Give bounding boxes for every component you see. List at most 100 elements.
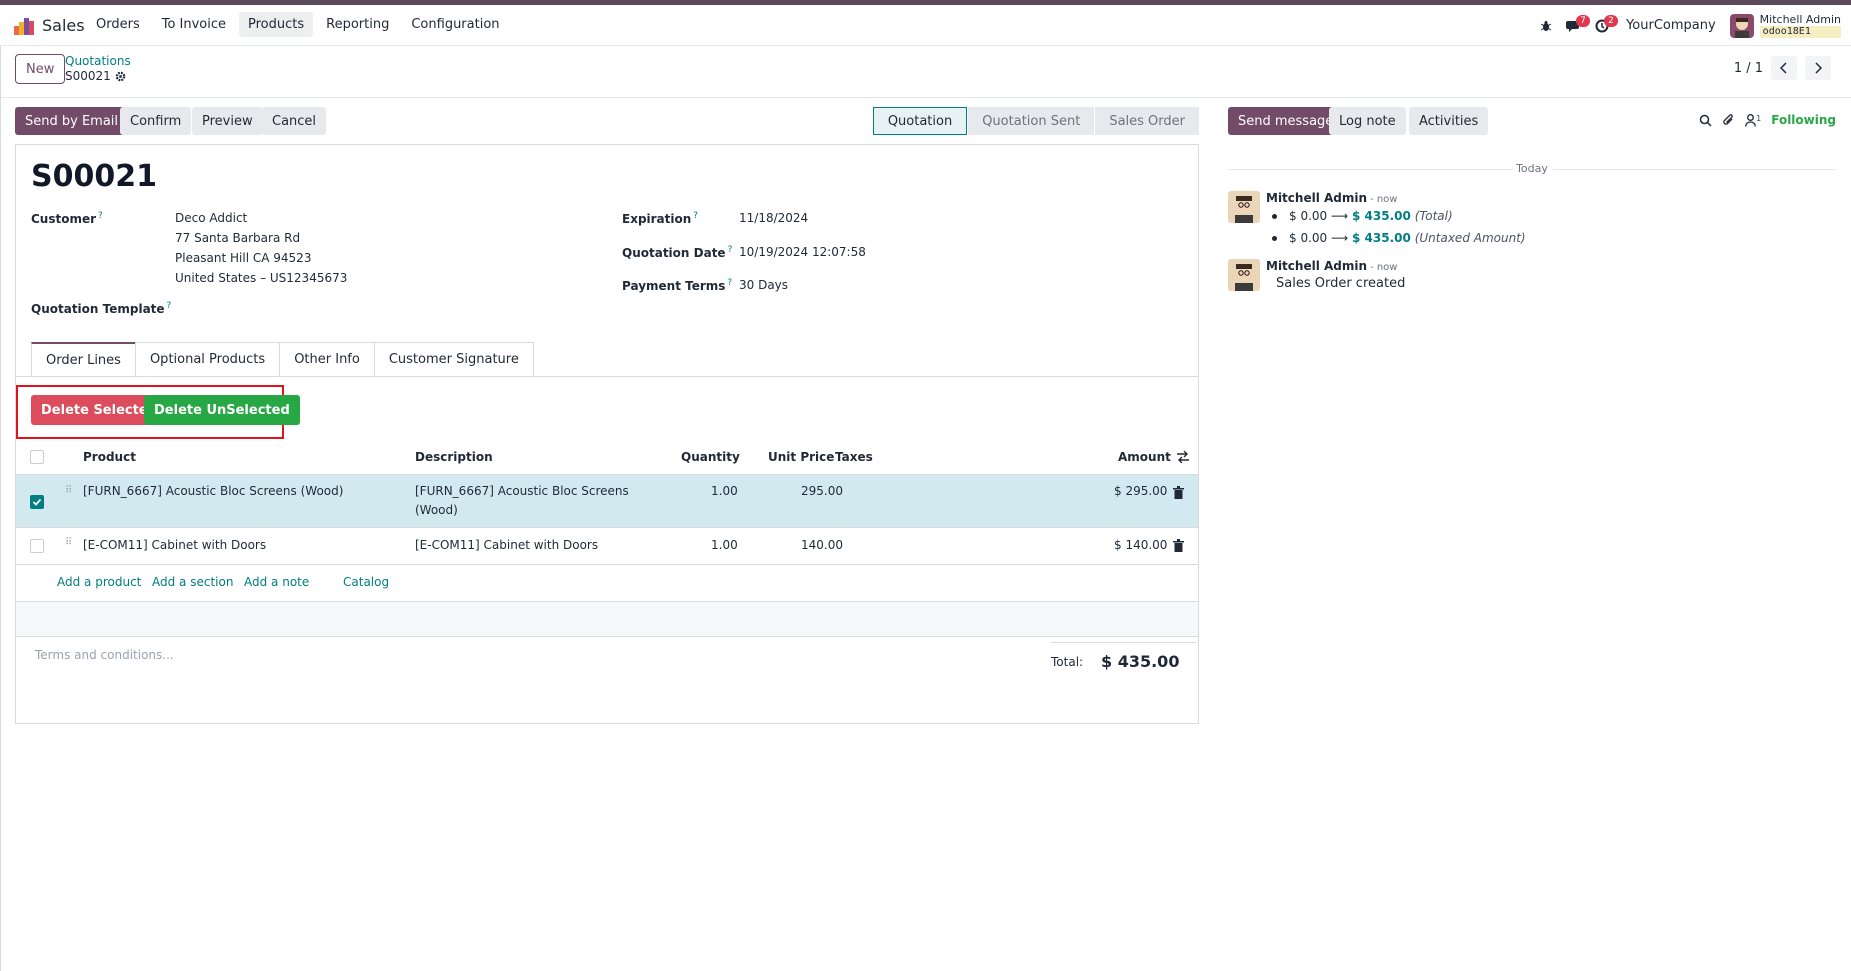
row-quantity[interactable]: 1.00 [711, 536, 738, 555]
menu-to-invoice[interactable]: To Invoice [153, 12, 235, 37]
row-description[interactable]: [E-COM11] Cabinet with Doors [415, 536, 598, 555]
col-taxes[interactable]: Taxes [835, 450, 873, 464]
tab-customer-signature[interactable]: Customer Signature [373, 342, 534, 376]
col-product[interactable]: Product [83, 450, 136, 464]
followers-button[interactable]: 1 [1745, 114, 1761, 127]
quotation-date-field[interactable]: 10/19/2024 12:07:58 [739, 242, 866, 262]
stage-sales-order[interactable]: Sales Order [1095, 107, 1199, 135]
followers-count: 1 [1756, 113, 1762, 123]
trash-icon[interactable] [1173, 539, 1184, 552]
row-unit-price[interactable]: 140.00 [801, 536, 843, 555]
breadcrumb-quotations[interactable]: Quotations [65, 54, 131, 68]
record-name: S00021 [65, 69, 111, 83]
chatter-tools: 1 Following [1699, 113, 1836, 127]
payment-terms-field[interactable]: 30 Days [739, 275, 788, 295]
messages-icon[interactable]: 7 [1560, 12, 1590, 40]
preview-button[interactable]: Preview [192, 107, 263, 135]
bug-icon[interactable] [1532, 12, 1560, 40]
pager-next[interactable] [1805, 56, 1831, 80]
customer-field[interactable]: Deco Addict 77 Santa Barbara Rd Pleasant… [175, 208, 347, 288]
row-product[interactable]: [E-COM11] Cabinet with Doors [83, 536, 266, 555]
stage-quotation[interactable]: Quotation [872, 107, 968, 135]
send-by-email-button[interactable]: Send by Email [15, 107, 129, 135]
tab-optional-products[interactable]: Optional Products [134, 342, 281, 376]
add-section-link[interactable]: Add a section [152, 575, 233, 589]
menu-orders[interactable]: Orders [87, 12, 149, 37]
col-description[interactable]: Description [415, 450, 493, 464]
page-title: S00021 [31, 159, 157, 194]
row-checkbox[interactable] [30, 539, 44, 553]
user-name: Mitchell Admin [1759, 12, 1841, 26]
tracking-value: $ 0.00 ⟶ $ 435.00 (Untaxed Amount) [1272, 231, 1526, 245]
tab-order-lines[interactable]: Order Lines [31, 342, 136, 376]
company-switcher[interactable]: YourCompany [1626, 18, 1716, 33]
pager: 1 / 1 [1734, 56, 1831, 80]
add-line-row: Add a product Add a section Add a note C… [16, 565, 1198, 602]
app-name[interactable]: Sales [42, 16, 85, 35]
search-icon[interactable] [1699, 114, 1712, 127]
row-unit-price[interactable]: 295.00 [801, 482, 843, 501]
row-product[interactable]: [FURN_6667] Acoustic Bloc Screens (Wood) [83, 482, 343, 501]
optional-columns-icon[interactable] [1176, 451, 1190, 463]
arrow-right-icon: ⟶ [1331, 231, 1353, 245]
expiration-label: Expiration? [622, 211, 699, 226]
menu-products[interactable]: Products [239, 12, 314, 37]
col-unit-price[interactable]: Unit Price [768, 450, 834, 464]
status-stages: Quotation Quotation Sent Sales Order [872, 107, 1199, 135]
payment-terms-label: Payment Terms? [622, 278, 733, 293]
add-product-link[interactable]: Add a product [57, 575, 141, 589]
navbar: Sales Orders To Invoice Products Reporti… [0, 5, 1851, 46]
user-avatar[interactable] [1729, 13, 1754, 38]
row-description[interactable]: [FURN_6667] Acoustic Bloc Screens (Wood) [415, 482, 629, 520]
total-value: $ 435.00 [1101, 652, 1180, 671]
quotation-date-label: Quotation Date? [622, 245, 733, 260]
author-avatar[interactable] [1228, 259, 1260, 291]
tab-other-info[interactable]: Other Info [279, 342, 375, 376]
total-label: Total: [1051, 655, 1084, 669]
cancel-button[interactable]: Cancel [262, 107, 327, 135]
table-row[interactable]: ⠿ [FURN_6667] Acoustic Bloc Screens (Woo… [16, 475, 1198, 528]
sales-app-icon[interactable] [14, 17, 34, 35]
trash-icon[interactable] [1173, 486, 1184, 499]
pager-previous[interactable] [1771, 56, 1797, 80]
control-panel: New Quotations S00021 1 / 1 [0, 46, 1851, 98]
row-quantity[interactable]: 1.00 [711, 482, 738, 501]
select-all-checkbox[interactable] [30, 450, 44, 464]
breadcrumb-current: S00021 [65, 69, 126, 83]
col-amount[interactable]: Amount [1118, 450, 1171, 464]
table-row[interactable]: ⠿ [E-COM11] Cabinet with Doors [E-COM11]… [16, 528, 1198, 565]
gear-icon[interactable] [115, 71, 126, 82]
add-note-link[interactable]: Add a note [244, 575, 309, 589]
menu-reporting[interactable]: Reporting [317, 12, 398, 37]
drag-handle-icon[interactable]: ⠿ [65, 538, 73, 548]
new-button[interactable]: New [15, 54, 66, 84]
arrow-right-icon: ⟶ [1331, 209, 1353, 223]
row-checkbox[interactable] [30, 495, 44, 509]
expiration-field[interactable]: 11/18/2024 [739, 208, 808, 228]
pager-value[interactable]: 1 / 1 [1734, 61, 1763, 76]
confirm-button[interactable]: Confirm [120, 107, 192, 135]
activities-button[interactable]: Activities [1409, 107, 1489, 135]
following-button[interactable]: Following [1771, 113, 1836, 127]
user-menu[interactable]: Mitchell Admin odoo18E1 [1759, 12, 1841, 38]
drag-handle-icon[interactable]: ⠿ [65, 486, 73, 496]
row-amount: $ 295.00 [1114, 484, 1168, 498]
menu-configuration[interactable]: Configuration [402, 12, 508, 37]
quotation-template-label: Quotation Template? [31, 301, 172, 316]
activities-icon[interactable]: 2 [1588, 12, 1618, 40]
author-avatar[interactable] [1228, 191, 1260, 223]
col-quantity[interactable]: Quantity [681, 450, 740, 464]
chevron-right-icon [1815, 62, 1822, 74]
terms-input[interactable]: Terms and conditions... [35, 648, 174, 662]
database-name: odoo18E1 [1759, 25, 1841, 38]
send-message-button[interactable]: Send message [1228, 107, 1344, 135]
delete-unselected-button[interactable]: Delete UnSelected [144, 395, 300, 425]
activities-badge: 2 [1604, 14, 1618, 27]
tab-divider [16, 376, 1198, 377]
stage-quotation-sent[interactable]: Quotation Sent [968, 107, 1095, 135]
row-amount: $ 140.00 [1114, 538, 1168, 552]
catalog-link[interactable]: Catalog [343, 575, 389, 589]
notebook-tabs: Order Lines Optional Products Other Info… [31, 342, 534, 376]
log-note-button[interactable]: Log note [1329, 107, 1406, 135]
paperclip-icon[interactable] [1722, 113, 1735, 127]
